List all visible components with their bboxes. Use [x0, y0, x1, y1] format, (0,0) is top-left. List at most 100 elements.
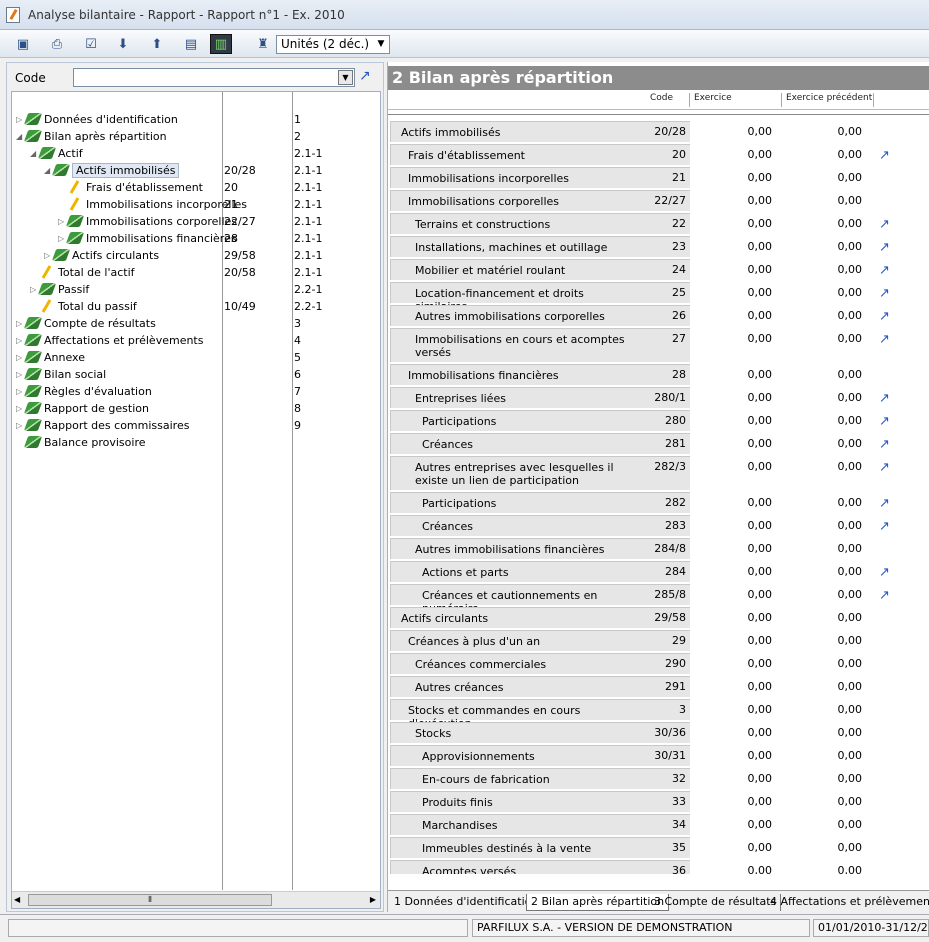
exercice-value-field[interactable]: 0,00	[692, 609, 778, 627]
expand-icon[interactable]: ▷	[44, 251, 52, 260]
tree-item[interactable]: ▷ Données d'identification 1	[12, 112, 380, 129]
exercice-precedent-value-field[interactable]: 0,00	[782, 261, 868, 279]
expand-icon[interactable]: ▷	[30, 285, 38, 294]
expand-icon[interactable]: ▷	[16, 387, 24, 396]
exercice-value-field[interactable]: 0,00	[692, 517, 778, 535]
exercice-precedent-value-field[interactable]: 0,00	[782, 307, 868, 325]
exercice-precedent-value-field[interactable]: 0,00	[782, 192, 868, 210]
exercice-value-field[interactable]: 0,00	[692, 215, 778, 233]
collapse-icon[interactable]: ◢	[44, 166, 52, 175]
exercice-value-field[interactable]: 0,00	[692, 123, 778, 141]
exercice-precedent-value-field[interactable]: 0,00	[782, 330, 868, 348]
exercice-precedent-value-field[interactable]: 0,00	[782, 215, 868, 233]
edit-arrow-icon[interactable]: ↗	[879, 496, 897, 512]
exercice-value-field[interactable]: 0,00	[692, 540, 778, 558]
exercice-precedent-value-field[interactable]: 0,00	[782, 517, 868, 535]
tree-item[interactable]: Immobilisations incorporelles 21 2.1-1	[12, 197, 380, 214]
exercice-value-field[interactable]: 0,00	[692, 816, 778, 834]
exercice-value-field[interactable]: 0,00	[692, 701, 778, 719]
edit-arrow-icon[interactable]: ↗	[879, 148, 897, 164]
exercice-precedent-value-field[interactable]: 0,00	[782, 238, 868, 256]
tree-item[interactable]: ◢ Actif 2.1-1	[12, 146, 380, 163]
exercice-value-field[interactable]: 0,00	[692, 770, 778, 788]
exercice-precedent-value-field[interactable]: 0,00	[782, 793, 868, 811]
edit-arrow-icon[interactable]: ↗	[879, 309, 897, 325]
tree-item[interactable]: Total du passif 10/49 2.2-1	[12, 299, 380, 316]
exercice-precedent-value-field[interactable]: 0,00	[782, 747, 868, 765]
exercice-precedent-value-field[interactable]: 0,00	[782, 862, 868, 874]
expand-icon[interactable]: ▷	[16, 319, 24, 328]
tree-item[interactable]: ▷ Compte de résultats 3	[12, 316, 380, 333]
tab-5[interactable]: 5	[924, 894, 929, 911]
tree-item[interactable]: ▷ Annexe 5	[12, 350, 380, 367]
exercice-precedent-value-field[interactable]: 0,00	[782, 146, 868, 164]
tree-item[interactable]: ▷ Affectations et prélèvements 4	[12, 333, 380, 350]
panel-toggle-icon[interactable]: ▥	[210, 34, 232, 54]
edit-arrow-icon[interactable]: ↗	[879, 437, 897, 453]
expand-icon[interactable]: ▷	[16, 115, 24, 124]
exercice-precedent-value-field[interactable]: 0,00	[782, 816, 868, 834]
exercice-value-field[interactable]: 0,00	[692, 632, 778, 650]
exercice-value-field[interactable]: 0,00	[692, 435, 778, 453]
scroll-thumb[interactable]: ⦀	[28, 894, 272, 906]
tree-item[interactable]: ▷ Immobilisations financières 28 2.1-1	[12, 231, 380, 248]
edit-arrow-icon[interactable]: ↗	[879, 240, 897, 256]
edit-arrow-icon[interactable]: ↗	[879, 391, 897, 407]
exercice-value-field[interactable]: 0,00	[692, 192, 778, 210]
exercice-value-field[interactable]: 0,00	[692, 747, 778, 765]
exercice-precedent-value-field[interactable]: 0,00	[782, 494, 868, 512]
exercice-value-field[interactable]: 0,00	[692, 563, 778, 581]
exercice-precedent-value-field[interactable]: 0,00	[782, 412, 868, 430]
tab-2[interactable]: 2 Bilan après répartition	[526, 894, 670, 911]
tab-3[interactable]: 3 Compte de résultats	[650, 894, 782, 911]
scroll-left-icon[interactable]: ◀	[14, 895, 20, 904]
exercice-precedent-value-field[interactable]: 0,00	[782, 389, 868, 407]
tab-1[interactable]: 1 Données d'identification	[390, 894, 544, 911]
exercice-value-field[interactable]: 0,00	[692, 839, 778, 857]
tree-item[interactable]: Frais d'établissement 20 2.1-1	[12, 180, 380, 197]
tree-item[interactable]: Total de l'actif 20/58 2.1-1	[12, 265, 380, 282]
exercice-value-field[interactable]: 0,00	[692, 678, 778, 696]
tab-4[interactable]: 4 Affectations et prélèvements	[766, 894, 929, 911]
tree-item[interactable]: ▷ Actifs circulants 29/58 2.1-1	[12, 248, 380, 265]
exercice-value-field[interactable]: 0,00	[692, 146, 778, 164]
expand-icon[interactable]: ▷	[58, 217, 66, 226]
tree-item[interactable]: ▷ Passif 2.2-1	[12, 282, 380, 299]
exercice-precedent-value-field[interactable]: 0,00	[782, 435, 868, 453]
checklist-icon[interactable]: ☑	[80, 34, 102, 54]
tree-item[interactable]: ▷ Bilan social 6	[12, 367, 380, 384]
exercice-value-field[interactable]: 0,00	[692, 458, 778, 476]
tree-item[interactable]: ▷ Rapport des commissaires 9	[12, 418, 380, 435]
exercice-value-field[interactable]: 0,00	[692, 862, 778, 874]
exercice-value-field[interactable]: 0,00	[692, 793, 778, 811]
exercice-precedent-value-field[interactable]: 0,00	[782, 839, 868, 857]
exercice-precedent-value-field[interactable]: 0,00	[782, 123, 868, 141]
exercice-value-field[interactable]: 0,00	[692, 330, 778, 348]
tree-item[interactable]: ▷ Immobilisations corporelles 22/27 2.1-1	[12, 214, 380, 231]
edit-arrow-icon[interactable]: ↗	[879, 588, 897, 604]
folder-icon[interactable]: ▤	[180, 34, 202, 54]
exercice-precedent-value-field[interactable]: 0,00	[782, 678, 868, 696]
collapse-icon[interactable]: ◢	[30, 149, 38, 158]
exercice-precedent-value-field[interactable]: 0,00	[782, 632, 868, 650]
exercice-value-field[interactable]: 0,00	[692, 655, 778, 673]
collapse-icon[interactable]: ◢	[16, 132, 24, 141]
exercice-precedent-value-field[interactable]: 0,00	[782, 701, 868, 719]
units-select[interactable]: Unités (2 déc.) ▼	[276, 35, 390, 54]
horizontal-scrollbar[interactable]: ◀ ⦀ ▶	[12, 891, 380, 908]
expand-icon[interactable]: ▷	[58, 234, 66, 243]
exercice-precedent-value-field[interactable]: 0,00	[782, 563, 868, 581]
edit-arrow-icon[interactable]: ↗	[879, 460, 897, 476]
save-icon[interactable]: ▣	[12, 34, 34, 54]
print-icon[interactable]: ⎙	[46, 34, 68, 54]
exercice-value-field[interactable]: 0,00	[692, 284, 778, 302]
exercice-value-field[interactable]: 0,00	[692, 586, 778, 604]
edit-arrow-icon[interactable]: ↗	[879, 263, 897, 279]
tree-item[interactable]: Balance provisoire	[12, 435, 380, 452]
exercice-precedent-value-field[interactable]: 0,00	[782, 284, 868, 302]
exercice-value-field[interactable]: 0,00	[692, 412, 778, 430]
export-icon[interactable]: ⬆	[146, 34, 168, 54]
exercice-precedent-value-field[interactable]: 0,00	[782, 770, 868, 788]
exercice-value-field[interactable]: 0,00	[692, 389, 778, 407]
exercice-value-field[interactable]: 0,00	[692, 238, 778, 256]
